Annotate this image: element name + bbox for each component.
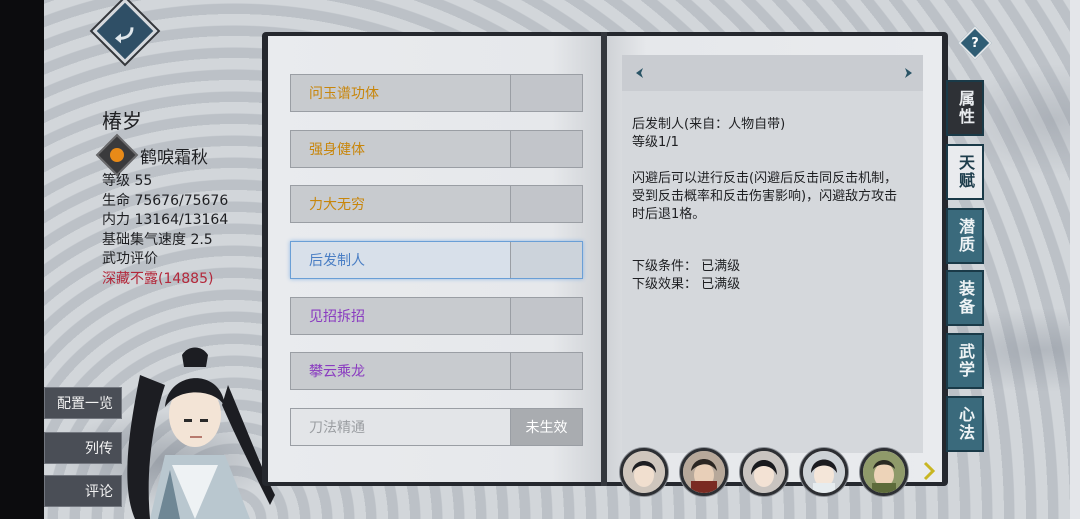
book-spine [601,32,607,486]
talent-status: 未生效 [511,409,582,445]
title-emblem-icon [95,133,139,177]
tab-equipment[interactable]: 装备 [946,270,984,326]
detail-title: 后发制人(来自：人物自带) [632,117,786,132]
talent-row[interactable]: 力大无穷 [290,185,583,223]
stat-level: 等级 55 [102,173,153,189]
talent-row[interactable]: 刀法精通 未生效 [290,408,583,446]
prev-arrow-icon[interactable] [634,67,646,79]
detail-description-line: 时后退1格。 [632,207,706,222]
talent-name: 强身健体 [291,131,511,167]
character-stats: 等级 55 生命 75676/75676 内力 13164/13164 基础集气… [102,172,228,289]
party-avatar[interactable] [680,448,728,496]
tab-martial-arts[interactable]: 武学 [946,333,984,389]
stat-rating-label: 武功评价 [102,251,158,267]
tab-attributes[interactable]: 属性 [946,80,984,136]
left-letterbox [0,0,44,519]
talent-name: 后发制人 [291,242,511,278]
character-title-row: 鹤唳霜秋 [95,133,208,177]
config-overview-button[interactable]: 配置一览 [44,387,122,419]
talent-status [511,75,582,111]
detail-next-condition: 下级条件： 已满级 [632,259,741,274]
tab-mind-method[interactable]: 心法 [946,396,984,452]
comments-button[interactable]: 评论 [44,475,122,507]
talent-row[interactable]: 见招拆招 [290,297,583,335]
help-icon: ? [971,35,979,51]
avatar-face-icon [743,451,785,493]
stat-speed: 基础集气速度 2.5 [102,231,213,248]
avatar-face-icon [803,451,845,493]
back-arrow-icon [115,27,134,44]
right-letterbox [1070,0,1080,519]
talent-row[interactable]: 攀云乘龙 [290,352,583,390]
character-portrait [127,347,275,519]
stat-rating-value: 深藏不露(14885) [102,270,214,287]
party-avatar[interactable] [860,448,908,496]
detail-header-bar [622,55,923,91]
talent-status [511,186,582,222]
character-name: 椿岁 [102,109,142,133]
tab-talents[interactable]: 天赋 [946,144,984,200]
talent-name: 攀云乘龙 [291,353,511,389]
avatars-next-arrow-icon[interactable] [922,461,936,481]
detail-level: 等级1/1 [632,135,679,150]
party-avatar[interactable] [800,448,848,496]
talent-status [511,242,582,278]
avatar-face-icon [863,451,905,493]
character-title: 鹤唳霜秋 [140,147,208,168]
talent-row-selected[interactable]: 后发制人 [290,241,583,279]
avatar-face-icon [683,451,725,493]
detail-description-line: 闪避后可以进行反击(闪避后反击同反击机制， [632,171,898,186]
talent-status [511,298,582,334]
detail-next-effect: 下级效果： 已满级 [632,277,741,292]
party-avatar[interactable] [620,448,668,496]
detail-description-line: 受到反击概率和反击伤害影响)，闪避敌方攻击 [632,189,898,204]
biography-button[interactable]: 列传 [44,432,122,464]
talent-name: 力大无穷 [291,186,511,222]
stat-mp: 内力 13164/13164 [102,212,229,228]
talent-name: 见招拆招 [291,298,511,334]
talent-name: 问玉谱功体 [291,75,511,111]
talent-name: 刀法精通 [291,409,511,445]
talent-status [511,131,582,167]
tab-potential[interactable]: 潜质 [946,208,984,264]
talent-row[interactable]: 问玉谱功体 [290,74,583,112]
talent-row[interactable]: 强身健体 [290,130,583,168]
talent-status [511,353,582,389]
next-arrow-icon[interactable] [902,67,914,79]
party-avatar[interactable] [740,448,788,496]
avatar-face-icon [623,451,665,493]
stat-hp: 生命 75676/75676 [102,192,229,209]
